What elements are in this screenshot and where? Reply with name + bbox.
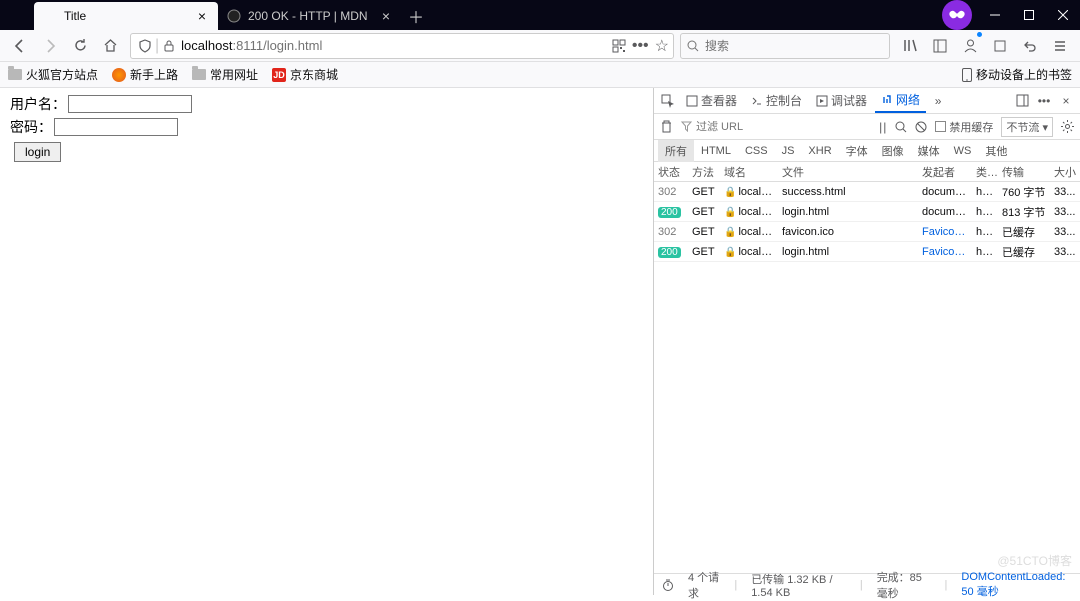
folder-icon bbox=[8, 69, 22, 80]
folder-icon bbox=[192, 69, 206, 80]
private-browsing-icon bbox=[942, 0, 972, 30]
search-icon[interactable] bbox=[895, 121, 907, 133]
window-titlebar: Title × 200 OK - HTTP | MDN × ＋ bbox=[0, 0, 1080, 30]
page-actions-icon[interactable]: ••• bbox=[632, 37, 649, 55]
filter-box[interactable] bbox=[681, 121, 786, 133]
tracking-shield-icon[interactable] bbox=[135, 39, 155, 53]
network-filter-bar: 所有 HTML CSS JS XHR 字体 图像 媒体 WS 其他 bbox=[654, 140, 1080, 162]
nav-toolbar: | localhost:8111/login.html ••• ☆ 搜索 bbox=[0, 30, 1080, 62]
bookmarks-bar: 火狐官方站点 新手上路 常用网址 JD京东商城 移动设备上的书签 bbox=[0, 62, 1080, 88]
filter-html[interactable]: HTML bbox=[694, 142, 738, 160]
username-input[interactable] bbox=[68, 95, 192, 113]
filter-js[interactable]: JS bbox=[775, 142, 802, 160]
overflow-icon[interactable]: » bbox=[928, 94, 948, 108]
filter-img[interactable]: 图像 bbox=[875, 140, 911, 162]
browser-tab-active[interactable]: Title × bbox=[34, 2, 218, 30]
bookmark-item[interactable]: 常用网址 bbox=[192, 66, 258, 83]
table-row[interactable]: 302GET🔒localh...favicon.icoFaviconL...ht… bbox=[654, 222, 1080, 242]
new-tab-button[interactable]: ＋ bbox=[402, 2, 430, 30]
username-label: 用户名： bbox=[10, 94, 66, 114]
tab-title: 200 OK - HTTP | MDN bbox=[248, 9, 378, 23]
more-icon[interactable]: ••• bbox=[1034, 94, 1054, 108]
filter-ws[interactable]: WS bbox=[947, 142, 979, 160]
tab-network[interactable]: 网络 bbox=[875, 88, 926, 113]
network-statusbar: 4 个请求 | 已传输 1.32 KB / 1.54 KB | 完成：85 毫秒… bbox=[654, 573, 1080, 595]
network-toolbar: || 禁用缓存 不节流 ▾ bbox=[654, 114, 1080, 140]
chevron-down-icon: ▾ bbox=[1042, 122, 1048, 134]
status-transferred: 已传输 1.32 KB / 1.54 KB bbox=[751, 571, 846, 599]
table-row[interactable]: 302GET🔒localh...success.htmldocumentht..… bbox=[654, 182, 1080, 202]
home-button[interactable] bbox=[96, 32, 124, 60]
url-text: localhost:8111/login.html bbox=[179, 38, 612, 53]
devtools-panel: 查看器 控制台 调试器 网络 » ••• × || 禁用缓存 不节流 ▾ bbox=[653, 88, 1080, 595]
bookmark-item[interactable]: JD京东商城 bbox=[272, 66, 338, 83]
search-placeholder: 搜索 bbox=[705, 37, 729, 54]
block-icon[interactable] bbox=[915, 121, 927, 133]
trash-icon[interactable] bbox=[660, 120, 673, 133]
filter-input[interactable] bbox=[696, 121, 786, 133]
firefox-icon bbox=[112, 68, 126, 82]
filter-other[interactable]: 其他 bbox=[978, 140, 1014, 162]
qr-icon[interactable] bbox=[612, 39, 626, 53]
filter-xhr[interactable]: XHR bbox=[801, 142, 838, 160]
tab-close-icon[interactable]: × bbox=[378, 8, 394, 24]
dock-button[interactable] bbox=[1012, 94, 1032, 107]
filter-font[interactable]: 字体 bbox=[839, 140, 875, 162]
password-label: 密码： bbox=[10, 117, 52, 137]
jd-icon: JD bbox=[272, 68, 286, 82]
bookmark-item[interactable]: 新手上路 bbox=[112, 66, 178, 83]
library-button[interactable] bbox=[896, 32, 924, 60]
account-button[interactable] bbox=[956, 32, 984, 60]
status-requests: 4 个请求 bbox=[688, 569, 720, 601]
pause-icon[interactable]: || bbox=[879, 120, 887, 134]
tab-favicon bbox=[226, 8, 242, 24]
devtools-close-icon[interactable]: × bbox=[1056, 94, 1076, 108]
browser-tab[interactable]: 200 OK - HTTP | MDN × bbox=[218, 2, 402, 30]
search-icon bbox=[687, 40, 699, 52]
search-box[interactable]: 搜索 bbox=[680, 33, 890, 59]
close-button[interactable] bbox=[1046, 0, 1080, 30]
filter-media[interactable]: 媒体 bbox=[911, 140, 947, 162]
bookmark-star-icon[interactable]: ☆ bbox=[655, 36, 669, 56]
bookmark-mobile[interactable]: 移动设备上的书签 bbox=[962, 66, 1072, 83]
filter-all[interactable]: 所有 bbox=[658, 140, 694, 162]
devtools-tabbar: 查看器 控制台 调试器 网络 » ••• × bbox=[654, 88, 1080, 114]
tab-debugger[interactable]: 调试器 bbox=[810, 88, 873, 113]
lock-icon[interactable] bbox=[159, 40, 179, 52]
tab-close-icon[interactable]: × bbox=[194, 8, 210, 24]
login-button[interactable]: login bbox=[14, 142, 61, 162]
tab-inspector[interactable]: 查看器 bbox=[680, 88, 743, 113]
window-controls bbox=[942, 0, 1080, 30]
url-bar[interactable]: | localhost:8111/login.html ••• ☆ bbox=[130, 33, 674, 59]
status-finish: 完成：85 毫秒 bbox=[877, 569, 931, 601]
funnel-icon bbox=[681, 121, 692, 132]
timer-icon bbox=[662, 579, 674, 591]
network-table: 状态 方法 域名 文件 发起者 类型 传输 大小 302GET🔒localh..… bbox=[654, 162, 1080, 573]
settings-icon[interactable] bbox=[1061, 120, 1074, 133]
bookmark-item[interactable]: 火狐官方站点 bbox=[8, 66, 98, 83]
forward-button[interactable] bbox=[36, 32, 64, 60]
minimize-button[interactable] bbox=[978, 0, 1012, 30]
tab-console[interactable]: 控制台 bbox=[745, 88, 808, 113]
undo-close-button[interactable] bbox=[1016, 32, 1044, 60]
status-domcontentloaded: DOMContentLoaded: 50 毫秒 bbox=[961, 571, 1072, 599]
maximize-button[interactable] bbox=[1012, 0, 1046, 30]
password-input[interactable] bbox=[54, 118, 178, 136]
reload-button[interactable] bbox=[66, 32, 94, 60]
mobile-icon bbox=[962, 68, 972, 82]
table-row[interactable]: 200GET🔒localh...login.htmldocumentht...8… bbox=[654, 202, 1080, 222]
app-menu-button[interactable] bbox=[1046, 32, 1074, 60]
page-content: 用户名： 密码： login bbox=[0, 88, 653, 595]
disable-cache-checkbox[interactable]: 禁用缓存 bbox=[935, 119, 993, 135]
throttle-select[interactable]: 不节流 ▾ bbox=[1001, 117, 1053, 137]
pick-element-icon[interactable] bbox=[658, 94, 678, 108]
tab-title: Title bbox=[64, 9, 194, 23]
sidebar-button[interactable] bbox=[926, 32, 954, 60]
back-button[interactable] bbox=[6, 32, 34, 60]
table-header: 状态 方法 域名 文件 发起者 类型 传输 大小 bbox=[654, 162, 1080, 182]
tab-favicon bbox=[42, 8, 58, 24]
table-row[interactable]: 200GET🔒localh...login.htmlFaviconL...ht.… bbox=[654, 242, 1080, 262]
filter-css[interactable]: CSS bbox=[738, 142, 775, 160]
extensions-button[interactable] bbox=[986, 32, 1014, 60]
